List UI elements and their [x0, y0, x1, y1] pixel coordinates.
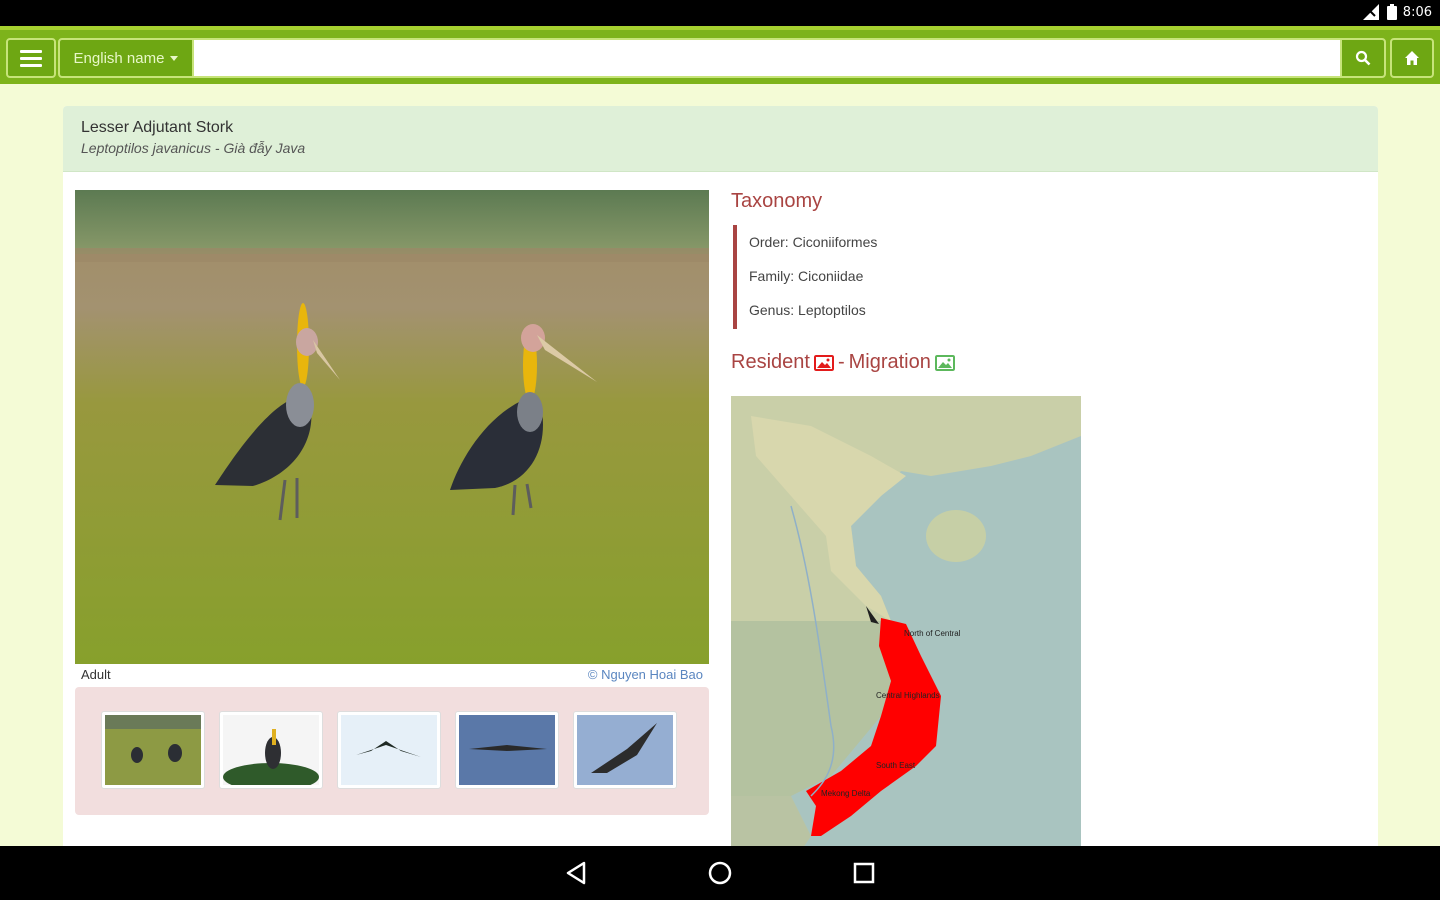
photo-meta: Adult © Nguyen Hoai Bao — [75, 667, 709, 685]
thumbnail-2[interactable] — [219, 711, 323, 789]
search-field-label: English name — [73, 49, 165, 67]
stork-photo — [75, 190, 709, 664]
status-icons: 8:06 — [1362, 4, 1432, 20]
taxonomy-title: Taxonomy — [731, 190, 823, 212]
species-card: Lesser Adjutant Stork Leptoptilos javani… — [63, 106, 1378, 866]
signal-icon — [1362, 4, 1379, 20]
recents-icon[interactable] — [850, 859, 878, 887]
thumbnail-4[interactable] — [455, 711, 559, 789]
status-time: 8:06 — [1402, 4, 1432, 20]
info-column: Taxonomy Order: Ciconiiformes Family: Ci… — [731, 190, 1351, 866]
local-name: Già đẫy Java — [223, 140, 306, 156]
map-label-north: North of Central — [904, 629, 961, 638]
photo-credit-link[interactable]: © Nguyen Hoai Bao — [588, 667, 703, 685]
map-label-south: South East — [876, 761, 916, 770]
distribution-separator: - — [837, 351, 845, 373]
hamburger-line — [20, 63, 42, 67]
search-icon — [1355, 50, 1371, 66]
map-label-mekong: Mekong Delta — [821, 789, 871, 798]
caret-down-icon — [170, 55, 179, 61]
menu-button[interactable] — [6, 38, 56, 78]
search-button[interactable] — [1340, 40, 1384, 76]
scientific-line: Leptoptilos javanicus - Già đẫy Java — [81, 140, 1360, 156]
species-header: Lesser Adjutant Stork Leptoptilos javani… — [63, 106, 1378, 172]
thumbnail-1[interactable] — [101, 711, 205, 789]
scientific-name: Leptoptilos javanicus — [81, 140, 211, 156]
battery-icon — [1386, 4, 1397, 20]
taxonomy-order: Order: Ciconiiformes — [749, 234, 878, 250]
top-toolbar: English name — [0, 26, 1440, 84]
search-field-dropdown[interactable]: English name — [60, 40, 194, 76]
thumbnail-5[interactable] — [573, 711, 677, 789]
common-name: Lesser Adjutant Stork — [81, 119, 234, 136]
migration-label: Migration — [848, 351, 931, 373]
photo-caption: Adult — [81, 667, 111, 682]
hamburger-line — [20, 56, 42, 60]
navigation-bar — [0, 846, 1440, 900]
resident-image-icon[interactable] — [813, 354, 834, 371]
vietnam-map: North of Central Central Highlands South… — [731, 396, 1081, 866]
search-group: English name — [58, 38, 1386, 78]
thumbnail-strip — [75, 687, 709, 815]
search-input[interactable] — [194, 40, 1340, 76]
main-photo[interactable] — [75, 190, 709, 664]
migration-image-icon[interactable] — [934, 354, 955, 371]
distribution-title: Resident - Migration — [731, 351, 1351, 374]
name-separator: - — [210, 140, 224, 156]
home-icon — [1405, 51, 1419, 65]
status-bar: 8:06 — [0, 0, 1440, 26]
map-label-highlands: Central Highlands — [876, 691, 940, 700]
taxonomy-genus: Genus: Leptoptilos — [749, 302, 866, 318]
hamburger-icon — [20, 49, 42, 53]
taxonomy-family: Family: Ciconiidae — [749, 268, 864, 284]
home-nav-icon[interactable] — [706, 859, 734, 887]
taxonomy-block: Order: Ciconiiformes Family: Ciconiidae … — [733, 225, 1351, 329]
distribution-map[interactable]: North of Central Central Highlands South… — [731, 396, 1081, 866]
thumbnail-3[interactable] — [337, 711, 441, 789]
back-icon[interactable] — [562, 859, 590, 887]
resident-label: Resident — [731, 351, 810, 373]
home-button[interactable] — [1390, 38, 1434, 78]
